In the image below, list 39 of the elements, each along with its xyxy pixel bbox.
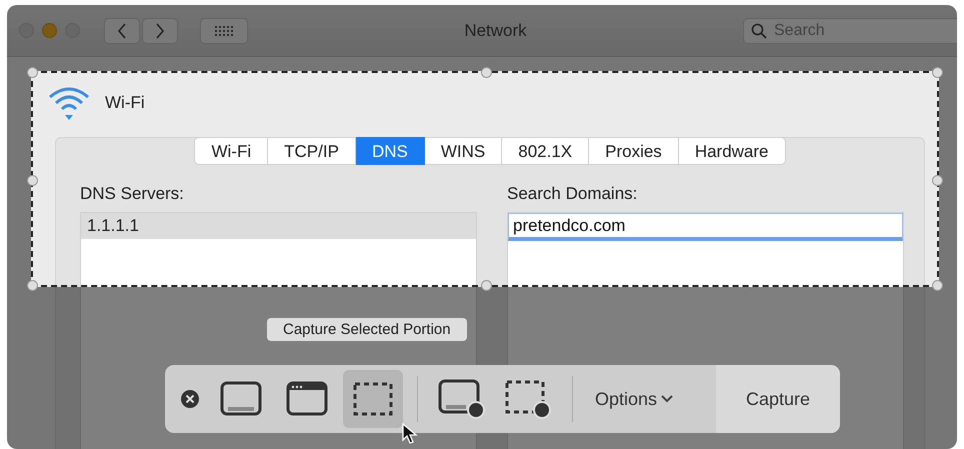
tab[interactable]: Hardware [678, 137, 786, 165]
tooltip: Capture Selected Portion [267, 318, 467, 341]
service-name: Wi-Fi [105, 93, 145, 113]
tab[interactable]: DNS [356, 137, 425, 165]
field-label: DNS Servers: [80, 184, 185, 204]
window-title: Network [463, 20, 528, 40]
resize-handle[interactable] [27, 175, 38, 186]
tab[interactable]: Proxies [589, 137, 679, 165]
chevron-icon [661, 395, 674, 403]
tool-button[interactable] [343, 370, 403, 428]
resize-handle[interactable] [27, 280, 38, 291]
close-icon [180, 389, 200, 409]
resize-handle[interactable] [932, 67, 943, 78]
forward-button[interactable] [142, 18, 178, 44]
chevron-right-icon [155, 22, 165, 38]
resize-handle[interactable] [27, 67, 38, 78]
screen-icon [220, 381, 262, 417]
capture-button[interactable]: Capture [716, 365, 840, 433]
cursor-icon [402, 423, 418, 445]
chevron-left-icon [117, 22, 127, 38]
list-item[interactable]: 1.1.1.1 [81, 213, 476, 239]
grid-button[interactable] [200, 18, 248, 44]
field-label: Search Domains: [507, 184, 638, 204]
tab[interactable]: 802.1X [502, 137, 590, 165]
resize-handle[interactable] [932, 280, 943, 291]
input-field[interactable]: pretendco.com [508, 213, 903, 241]
grid-icon [214, 24, 234, 36]
dashed-record-icon [504, 379, 552, 419]
options-button[interactable]: Options [587, 384, 682, 414]
resize-handle[interactable] [481, 67, 492, 78]
resize-handle[interactable] [932, 175, 943, 186]
tab[interactable]: WINS [424, 137, 502, 165]
dashed-rectangle-icon [352, 381, 394, 417]
screen-record-icon [438, 379, 486, 419]
window-icon [286, 381, 328, 417]
tab[interactable]: Wi-Fi [194, 137, 268, 165]
wifi-icon [47, 85, 91, 121]
back-button[interactable] [104, 18, 140, 44]
tab[interactable]: TCP/IP [268, 137, 356, 165]
